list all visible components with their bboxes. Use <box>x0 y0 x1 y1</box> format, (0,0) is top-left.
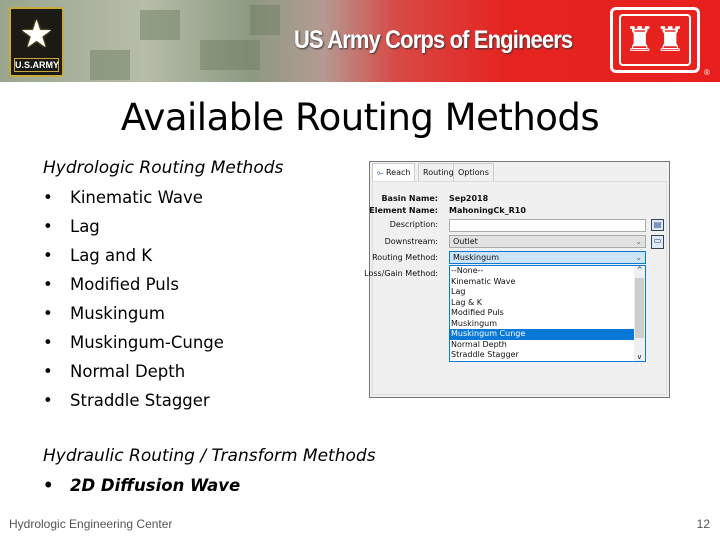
list-item: Straddle Stagger <box>43 389 224 418</box>
element-name-value: MahoningCk_R10 <box>449 206 526 215</box>
basin-name-value: Sep2018 <box>449 194 489 203</box>
list-item: Lag and K <box>43 244 224 273</box>
option-muskingum[interactable]: Muskingum <box>450 319 645 330</box>
hydraulic-heading: Hydraulic Routing / Transform Methods <box>43 446 376 466</box>
hydrologic-heading: Hydrologic Routing Methods <box>43 158 284 178</box>
list-item: Modified Puls <box>43 273 224 302</box>
tab-reach[interactable]: ⟜ Reach <box>372 163 416 183</box>
slide-title: Available Routing Methods <box>120 96 600 139</box>
scroll-up-icon[interactable]: ^ <box>634 266 645 274</box>
scroll-down-icon[interactable]: v <box>634 353 645 361</box>
basin-name-label: Basin Name: <box>381 194 438 203</box>
list-item: 2D Diffusion Wave <box>43 474 240 503</box>
option-straddle-stagger[interactable]: Straddle Stagger <box>450 350 645 361</box>
tab-options[interactable]: Options <box>453 163 494 181</box>
list-item: Normal Depth <box>43 360 224 389</box>
registered-mark: ® <box>704 68 710 77</box>
option-kinematic-wave[interactable]: Kinematic Wave <box>450 277 645 288</box>
option-lag[interactable]: Lag <box>450 287 645 298</box>
option-normal-depth[interactable]: Normal Depth <box>450 340 645 351</box>
option-muskingum-cunge[interactable]: Muskingum Cunge <box>450 329 635 340</box>
banner-title: US Army Corps of Engineers <box>294 26 573 54</box>
option-modified-puls[interactable]: Modified Puls <box>450 308 645 319</box>
list-item: Kinematic Wave <box>43 186 224 215</box>
routing-method-label: Routing Method: <box>372 253 438 262</box>
routing-method-dropdown-list: --None-- Kinematic Wave Lag Lag & K Modi… <box>449 265 646 362</box>
reach-panel: Basin Name: Sep2018 Element Name: Mahoni… <box>364 181 667 395</box>
description-edit-icon[interactable]: ▤ <box>651 219 664 231</box>
list-item: Lag <box>43 215 224 244</box>
header-banner: ★ U.S.ARMY US Army Corps of Engineers ♜♜ … <box>0 0 720 82</box>
slide-number: 12 <box>696 517 710 531</box>
list-item: Muskingum-Cunge <box>43 331 224 360</box>
downstream-label: Downstream: <box>384 237 438 246</box>
option-none[interactable]: --None-- <box>450 266 645 277</box>
us-army-logo: ★ U.S.ARMY <box>9 7 64 77</box>
hydrologic-methods-list: Kinematic Wave Lag Lag and K Modified Pu… <box>43 186 224 418</box>
reach-icon: ⟜ <box>377 168 384 177</box>
chevron-down-icon: ⌄ <box>635 253 642 262</box>
chevron-down-icon: ⌄ <box>635 237 642 246</box>
option-lag-and-k[interactable]: Lag & K <box>450 298 645 309</box>
footer-organization: Hydrologic Engineering Center <box>9 517 173 531</box>
hydraulic-methods-list: 2D Diffusion Wave <box>43 474 240 503</box>
downstream-select[interactable]: Outlet ⌄ <box>449 235 646 248</box>
usace-castle-logo: ♜♜ <box>610 7 700 73</box>
list-item: Muskingum <box>43 302 224 331</box>
element-name-label: Element Name: <box>369 206 438 215</box>
description-input[interactable] <box>449 219 646 232</box>
dropdown-scrollbar[interactable]: ^ v <box>634 266 645 361</box>
routing-method-select[interactable]: Muskingum ⌄ <box>449 251 646 264</box>
loss-gain-method-label: Loss/Gain Method: <box>364 269 438 278</box>
description-label: Description: <box>389 220 438 229</box>
reach-properties-dialog: ⟜ Reach Routing Options Basin Name: Sep2… <box>364 161 670 398</box>
element-selector-icon[interactable]: ▭ <box>651 235 664 249</box>
